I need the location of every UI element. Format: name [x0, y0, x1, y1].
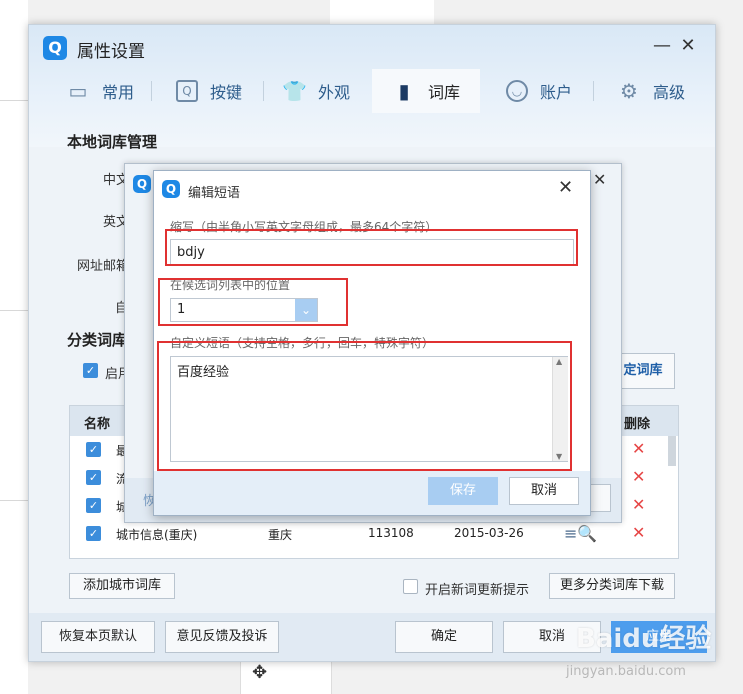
add-city-lexicon-button[interactable]: 添加城市词库	[69, 573, 175, 599]
row-checkbox[interactable]: ✓	[86, 526, 101, 541]
app-logo-icon: Q	[162, 180, 180, 198]
move-cursor-icon: ✥	[252, 662, 268, 683]
key-icon: Q	[175, 80, 198, 102]
watermark-brand: Baidu经验	[576, 624, 712, 654]
shirt-icon: 👕	[281, 79, 307, 103]
tab-common[interactable]: ▭ 常用	[49, 69, 151, 113]
back-dialog-button[interactable]	[589, 484, 611, 512]
dialog-close-button[interactable]: ✕	[558, 177, 573, 198]
highlight-abbr	[165, 229, 578, 266]
row-name: 城市信息(重庆)	[116, 528, 198, 542]
highlight-phrase	[157, 341, 572, 471]
tab-separator	[593, 81, 594, 101]
tab-label: 账户	[539, 83, 572, 102]
header-delete: 删除	[624, 417, 651, 432]
detail-search-icon[interactable]: ≡🔍	[564, 524, 597, 543]
tab-separator	[151, 81, 152, 101]
background-divider	[0, 500, 28, 501]
tab-appearance[interactable]: 👕 外观	[269, 69, 363, 113]
enable-checkbox[interactable]: ✓	[83, 363, 98, 378]
background-divider	[0, 100, 28, 101]
tab-label: 按键	[209, 83, 242, 102]
more-download-button[interactable]: 更多分类词库下载	[549, 573, 675, 599]
row-count: 113108	[368, 526, 414, 540]
table-scrollbar[interactable]	[668, 436, 676, 466]
minimize-button[interactable]: —	[651, 35, 673, 57]
delete-icon[interactable]: ✕	[632, 495, 645, 514]
tab-label: 高级	[652, 83, 685, 102]
app-logo-icon: Q	[133, 175, 151, 193]
header-name: 名称	[84, 417, 111, 432]
tab-advanced[interactable]: ⚙ 高级	[601, 69, 701, 113]
back-dialog-close-icon[interactable]: ✕	[593, 170, 606, 189]
tab-label: 外观	[317, 83, 350, 102]
restore-default-button[interactable]: 恢复本页默认	[41, 621, 155, 653]
watermark-url: jingyan.baidu.com	[566, 664, 686, 679]
row-date: 2015-03-26	[454, 526, 524, 540]
dialog-title: 编辑短语	[188, 186, 241, 201]
row-checkbox[interactable]: ✓	[86, 442, 101, 457]
save-button[interactable]: 保存	[428, 477, 498, 505]
tab-account[interactable]: ◡ 账户	[489, 69, 589, 113]
tab-bar: ▭ 常用 Q 按键 👕 外观 ▮ 词库 ◡ 账户 ⚙ 高级	[29, 69, 715, 113]
category-lexicon-title: 分类词库	[67, 331, 128, 349]
row-city: 重庆	[268, 528, 293, 542]
ok-button[interactable]: 确定	[395, 621, 493, 653]
delete-icon[interactable]: ✕	[632, 523, 645, 542]
app-logo-icon: Q	[43, 36, 67, 60]
highlight-position	[158, 278, 348, 326]
row-checkbox[interactable]: ✓	[86, 470, 101, 485]
gear-icon: ⚙	[620, 79, 638, 103]
monitor-icon: ▭	[68, 79, 88, 103]
delete-icon[interactable]: ✕	[632, 467, 645, 486]
local-lexicon-title: 本地词库管理	[67, 133, 158, 151]
user-icon: ◡	[505, 80, 528, 102]
tab-separator	[263, 81, 264, 101]
new-word-tip-checkbox[interactable]	[403, 579, 418, 594]
table-row: ✓ 城市信息(重庆) 重庆 113108 2015-03-26 ≡🔍 ✕	[70, 520, 678, 548]
tab-lexicon[interactable]: ▮ 词库	[372, 69, 480, 113]
tab-keys[interactable]: Q 按键	[159, 69, 259, 113]
background-divider	[0, 310, 28, 311]
tab-label: 常用	[101, 83, 134, 102]
dialog-cancel-button[interactable]: 取消	[509, 477, 579, 505]
window-title: 属性设置	[77, 42, 145, 62]
tab-label: 词库	[427, 83, 460, 102]
background-page-strip	[330, 0, 434, 24]
close-button[interactable]: ✕	[677, 35, 699, 57]
background-page-left	[0, 0, 28, 694]
book-icon: ▮	[398, 79, 410, 103]
row-checkbox[interactable]: ✓	[86, 498, 101, 513]
delete-icon[interactable]: ✕	[632, 439, 645, 458]
row-label-url-email: 网址邮箱	[77, 259, 130, 274]
feedback-button[interactable]: 意见反馈及投诉	[165, 621, 279, 653]
new-word-tip-label: 开启新词更新提示	[425, 583, 530, 598]
